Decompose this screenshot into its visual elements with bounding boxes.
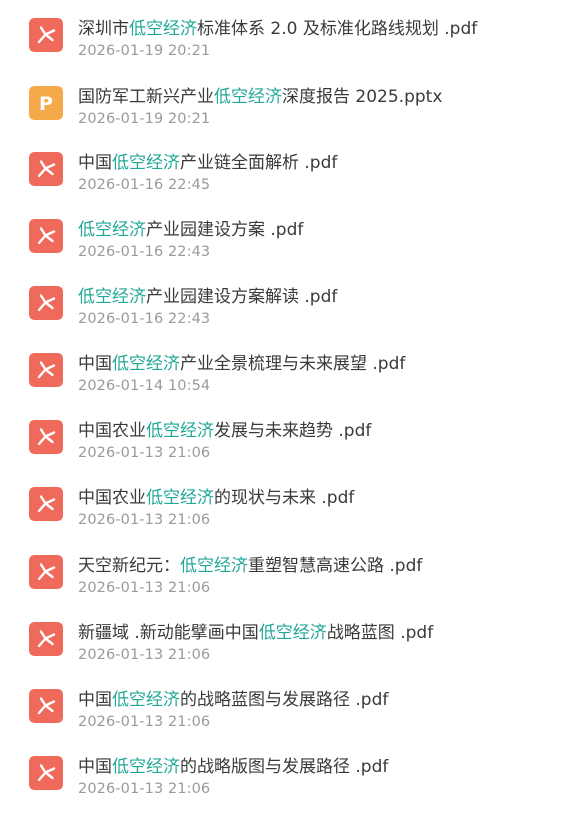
file-name-suffix: 战略蓝图 .pdf <box>326 623 434 643</box>
file-list-item[interactable]: 中国农业低空经济的现状与未来 .pdf 2026-01-13 21:06 <box>0 487 585 547</box>
file-name-suffix: 的战略版图与发展路径 .pdf <box>180 757 389 777</box>
file-name-prefix: 中国 <box>78 690 112 710</box>
file-name-suffix: 产业园建设方案 .pdf <box>146 220 304 240</box>
file-list-item[interactable]: 天空新纪元：低空经济重塑智慧高速公路 .pdf 2026-01-13 21:06 <box>0 555 585 615</box>
pptx-icon: P <box>29 86 63 120</box>
search-keyword-highlight: 低空经济 <box>112 690 180 710</box>
file-name[interactable]: 中国农业低空经济的现状与未来 .pdf <box>78 487 354 509</box>
file-date: 2026-01-13 21:06 <box>78 714 211 730</box>
file-name-prefix: 中国 <box>78 757 112 777</box>
file-name[interactable]: 低空经济产业园建设方案 .pdf <box>78 219 303 241</box>
pdf-icon <box>29 487 63 521</box>
file-list-item[interactable]: 中国低空经济产业链全面解析 .pdf 2026-01-16 22:45 <box>0 152 585 212</box>
pdf-icon <box>29 622 63 656</box>
file-name[interactable]: 中国低空经济产业链全面解析 .pdf <box>78 152 337 174</box>
pdf-icon <box>29 689 63 723</box>
file-name[interactable]: 中国低空经济产业全景梳理与未来展望 .pdf <box>78 353 405 375</box>
file-name-suffix: 重塑智慧高速公路 .pdf <box>248 556 423 576</box>
file-name-suffix: 产业链全面解析 .pdf <box>180 153 338 173</box>
file-list-item[interactable]: 中国低空经济产业全景梳理与未来展望 .pdf 2026-01-14 10:54 <box>0 353 585 413</box>
search-keyword-highlight: 低空经济 <box>146 421 214 441</box>
pdf-icon <box>29 286 63 320</box>
search-keyword-highlight: 低空经济 <box>214 87 282 107</box>
file-name-prefix: 中国农业 <box>78 488 146 508</box>
file-list-item[interactable]: P 国防军工新兴产业低空经济深度报告 2025.pptx 2026-01-19 20… <box>0 86 585 146</box>
pdf-icon <box>29 18 63 52</box>
pdf-icon <box>29 756 63 790</box>
pdf-icon <box>29 152 63 186</box>
file-name-prefix: 中国 <box>78 153 112 173</box>
search-keyword-highlight: 低空经济 <box>78 220 146 240</box>
search-keyword-highlight: 低空经济 <box>112 757 180 777</box>
file-name[interactable]: 新疆域 .新动能擘画中国低空经济战略蓝图 .pdf <box>78 622 433 644</box>
search-keyword-highlight: 低空经济 <box>112 354 180 374</box>
svg-text:P: P <box>39 93 53 115</box>
file-date: 2026-01-13 21:06 <box>78 580 211 596</box>
file-date: 2026-01-13 21:06 <box>78 781 211 797</box>
file-name-prefix: 中国 <box>78 354 112 374</box>
file-date: 2026-01-13 21:06 <box>78 445 211 461</box>
file-list-item[interactable]: 中国农业低空经济发展与未来趋势 .pdf 2026-01-13 21:06 <box>0 420 585 480</box>
file-name-suffix: 的战略蓝图与发展路径 .pdf <box>180 690 389 710</box>
pdf-icon <box>29 420 63 454</box>
file-date: 2026-01-13 21:06 <box>78 647 211 663</box>
file-name-prefix: 中国农业 <box>78 421 146 441</box>
file-date: 2026-01-16 22:43 <box>78 244 211 260</box>
file-date: 2026-01-13 21:06 <box>78 512 211 528</box>
pdf-icon <box>29 555 63 589</box>
file-list-item[interactable]: 中国低空经济的战略版图与发展路径 .pdf 2026-01-13 21:06 <box>0 756 585 816</box>
file-name-suffix: 产业全景梳理与未来展望 .pdf <box>180 354 406 374</box>
file-date: 2026-01-19 20:21 <box>78 111 211 127</box>
file-name[interactable]: 中国农业低空经济发展与未来趋势 .pdf <box>78 420 371 442</box>
pdf-icon <box>29 219 63 253</box>
file-name-suffix: 产业园建设方案解读 .pdf <box>146 287 338 307</box>
file-name[interactable]: 低空经济产业园建设方案解读 .pdf <box>78 286 337 308</box>
file-name-prefix: 国防军工新兴产业 <box>78 87 214 107</box>
search-keyword-highlight: 低空经济 <box>112 153 180 173</box>
search-keyword-highlight: 低空经济 <box>129 19 197 39</box>
file-date: 2026-01-19 20:21 <box>78 43 211 59</box>
file-name-suffix: 深度报告 2025.pptx <box>282 87 443 107</box>
file-name[interactable]: 中国低空经济的战略版图与发展路径 .pdf <box>78 756 388 778</box>
file-name-prefix: 天空新纪元： <box>78 556 180 576</box>
search-keyword-highlight: 低空经济 <box>180 556 248 576</box>
file-name[interactable]: 深圳市低空经济标准体系 2.0 及标准化路线规划 .pdf <box>78 18 477 40</box>
file-name-suffix: 的现状与未来 .pdf <box>214 488 355 508</box>
file-name[interactable]: 国防军工新兴产业低空经济深度报告 2025.pptx <box>78 86 442 108</box>
file-name[interactable]: 中国低空经济的战略蓝图与发展路径 .pdf <box>78 689 388 711</box>
file-date: 2026-01-14 10:54 <box>78 378 211 394</box>
pdf-icon <box>29 353 63 387</box>
file-name-suffix: 发展与未来趋势 .pdf <box>214 421 372 441</box>
file-list-item[interactable]: 低空经济产业园建设方案解读 .pdf 2026-01-16 22:43 <box>0 286 585 346</box>
file-name-prefix: 新疆域 .新动能擘画中国 <box>78 623 259 643</box>
file-list-item[interactable]: 新疆域 .新动能擘画中国低空经济战略蓝图 .pdf 2026-01-13 21:0… <box>0 622 585 682</box>
file-name[interactable]: 天空新纪元：低空经济重塑智慧高速公路 .pdf <box>78 555 422 577</box>
file-list-item[interactable]: 中国低空经济的战略蓝图与发展路径 .pdf 2026-01-13 21:06 <box>0 689 585 749</box>
search-keyword-highlight: 低空经济 <box>78 287 146 307</box>
file-date: 2026-01-16 22:45 <box>78 177 211 193</box>
file-date: 2026-01-16 22:43 <box>78 311 211 327</box>
file-list-item[interactable]: 深圳市低空经济标准体系 2.0 及标准化路线规划 .pdf 2026-01-19 … <box>0 18 585 78</box>
file-name-prefix: 深圳市 <box>78 19 129 39</box>
search-keyword-highlight: 低空经济 <box>258 623 327 643</box>
file-list-item[interactable]: 低空经济产业园建设方案 .pdf 2026-01-16 22:43 <box>0 219 585 279</box>
file-name-suffix: 标准体系 2.0 及标准化路线规划 .pdf <box>197 19 478 39</box>
search-keyword-highlight: 低空经济 <box>146 488 214 508</box>
